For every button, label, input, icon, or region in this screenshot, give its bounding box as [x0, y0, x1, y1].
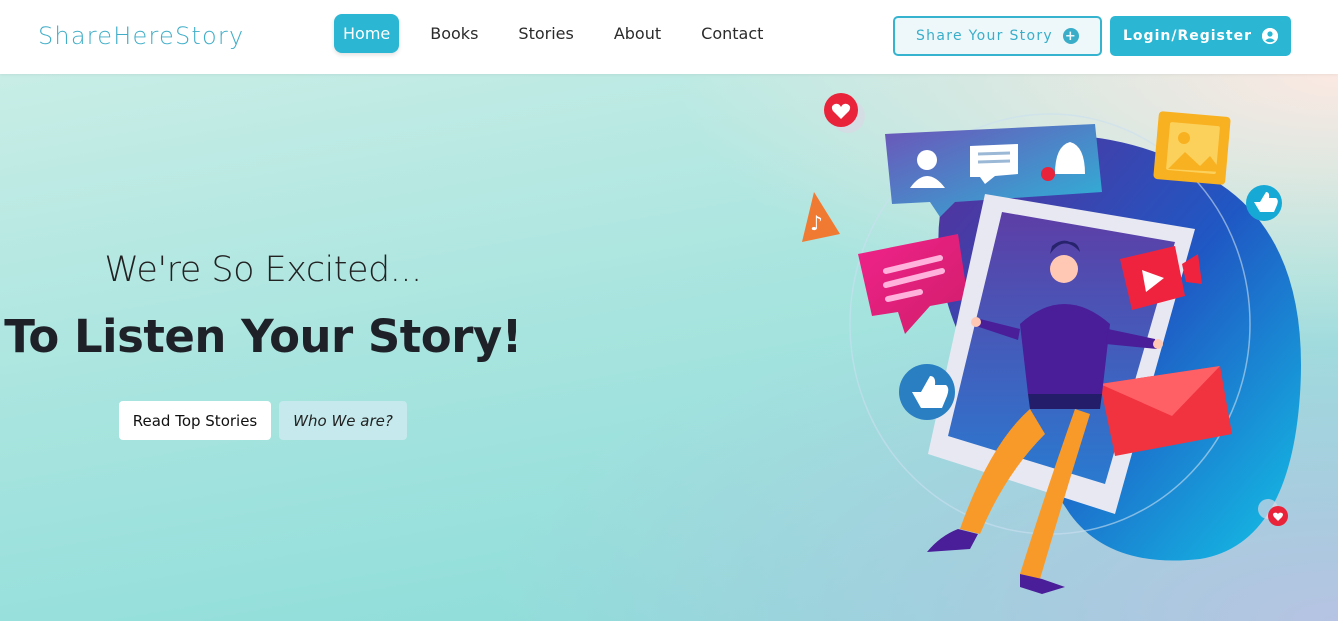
navbar: ShareHereStory Home Books Stories About … — [0, 0, 1338, 74]
nav-link-home[interactable]: Home — [334, 14, 400, 53]
login-button-label: Login/Register — [1123, 28, 1252, 44]
hero-title: To Listen Your Story! — [4, 310, 522, 363]
who-we-are-button[interactable]: Who We are? — [279, 401, 407, 440]
share-button-label: Share Your Story — [916, 28, 1053, 44]
user-circle-icon — [1261, 28, 1278, 44]
main-nav: Home Books Stories About Contact — [334, 14, 794, 53]
heart-small-icon — [1258, 499, 1288, 526]
nav-link-books[interactable]: Books — [421, 14, 487, 53]
thumbs-up-icon — [899, 364, 955, 420]
svg-text:♪: ♪ — [810, 211, 823, 235]
brand-logo[interactable]: ShareHereStory — [38, 22, 244, 50]
message-bubble — [858, 234, 968, 334]
thumbs-up-small-icon — [1246, 185, 1282, 221]
hero-subtitle: We're So Excited... — [104, 250, 422, 290]
plus-circle-icon: + — [1062, 28, 1079, 44]
login-register-button[interactable]: Login/Register — [1110, 16, 1291, 56]
image-frame-icon — [1153, 111, 1231, 185]
nav-link-about[interactable]: About — [605, 14, 670, 53]
nav-link-contact[interactable]: Contact — [692, 14, 772, 53]
social-media-illustration: ♪ — [802, 93, 1301, 594]
heart-bubble-icon — [824, 93, 865, 133]
share-your-story-button[interactable]: Share Your Story + — [893, 16, 1102, 56]
nav-link-stories[interactable]: Stories — [509, 14, 582, 53]
music-note-icon: ♪ — [802, 192, 840, 242]
read-top-stories-button[interactable]: Read Top Stories — [119, 401, 271, 440]
